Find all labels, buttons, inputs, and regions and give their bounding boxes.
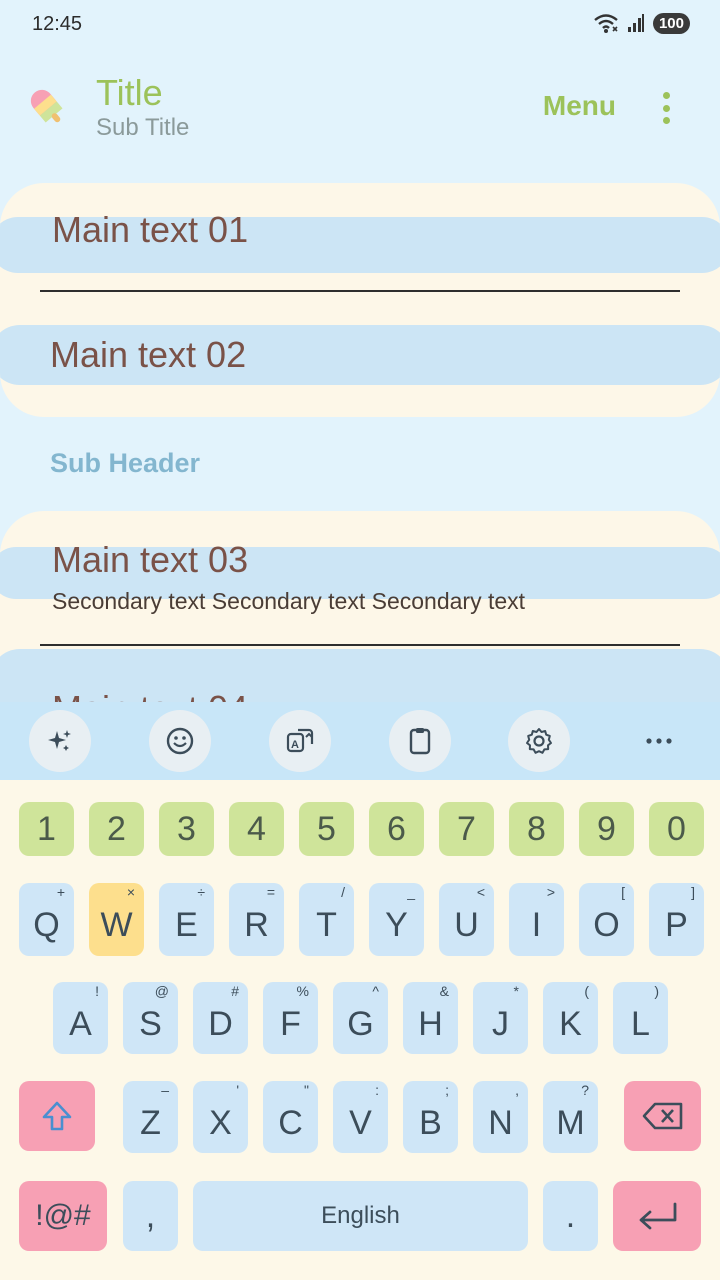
emoji-icon[interactable] bbox=[149, 710, 211, 772]
key-k[interactable]: (K bbox=[543, 982, 598, 1054]
sparkle-icon[interactable] bbox=[29, 710, 91, 772]
list-item-main-text: Main text 02 bbox=[50, 334, 247, 375]
app-title: Title bbox=[96, 72, 163, 113]
menu-button[interactable]: Menu bbox=[543, 90, 616, 122]
key-8[interactable]: 8 bbox=[509, 802, 564, 856]
key-v[interactable]: :V bbox=[333, 1081, 388, 1153]
list-item[interactable]: Main text 01 bbox=[0, 183, 720, 291]
more-horiz-icon[interactable] bbox=[628, 710, 690, 772]
backspace-key[interactable] bbox=[624, 1081, 701, 1151]
key-a[interactable]: ! A bbox=[53, 982, 108, 1054]
key-w[interactable]: × W bbox=[89, 883, 144, 956]
key-y[interactable]: _ Y bbox=[369, 883, 424, 956]
space-key[interactable]: English bbox=[193, 1181, 528, 1251]
clipboard-icon[interactable] bbox=[389, 710, 451, 772]
key-g[interactable]: ^ G bbox=[333, 982, 388, 1054]
key-m[interactable]: ? M bbox=[543, 1081, 598, 1153]
list-item[interactable]: Main text 02 bbox=[0, 292, 720, 417]
key-1[interactable]: 1 bbox=[19, 802, 74, 856]
key-6[interactable]: 6 bbox=[369, 802, 424, 856]
keyboard-toolbar: A bbox=[0, 702, 720, 780]
enter-icon bbox=[639, 1202, 677, 1230]
key-j[interactable]: * J bbox=[473, 982, 528, 1054]
list-card: Main text 01 Main text 02 bbox=[0, 183, 720, 417]
key-5[interactable]: 5 bbox=[299, 802, 354, 856]
more-vert-icon[interactable] bbox=[652, 88, 680, 128]
key-r[interactable]: = R bbox=[229, 883, 284, 956]
key-e[interactable]: ÷ E bbox=[159, 883, 214, 956]
signal-icon bbox=[627, 14, 644, 32]
svg-text:A: A bbox=[291, 739, 299, 751]
key-b[interactable]: ; B bbox=[403, 1081, 458, 1153]
key-z[interactable]: – Z bbox=[123, 1081, 178, 1153]
key-s[interactable]: @ S bbox=[123, 982, 178, 1054]
comma-key[interactable]: , bbox=[123, 1181, 178, 1251]
enter-key[interactable] bbox=[613, 1181, 701, 1251]
key-t[interactable]: / T bbox=[299, 883, 354, 956]
key-h[interactable]: & H bbox=[403, 982, 458, 1054]
key-0[interactable]: 0 bbox=[649, 802, 704, 856]
app-subtitle: Sub Title bbox=[96, 114, 190, 141]
key-4[interactable]: 4 bbox=[229, 802, 284, 856]
key-i[interactable]: > I bbox=[509, 883, 564, 956]
settings-gear-icon[interactable] bbox=[508, 710, 570, 772]
key-d[interactable]: # D bbox=[193, 982, 248, 1054]
list-item-secondary-text: Secondary text Secondary text Secondary … bbox=[52, 588, 526, 614]
sub-header: Sub Header bbox=[50, 448, 201, 478]
wifi-icon bbox=[594, 14, 618, 33]
key-l[interactable]: ) L bbox=[613, 982, 668, 1054]
status-bar: 12:45 100 bbox=[0, 0, 720, 48]
key-3[interactable]: 3 bbox=[159, 802, 214, 856]
app-bar: Title Sub Title Menu bbox=[0, 62, 720, 152]
key-o[interactable]: [O bbox=[579, 883, 634, 956]
battery-indicator: 100 bbox=[652, 12, 690, 34]
symbols-key[interactable]: !@# bbox=[19, 1181, 107, 1251]
key-p[interactable]: ] P bbox=[649, 883, 704, 956]
popsicle-logo-icon bbox=[30, 89, 63, 123]
shift-icon bbox=[42, 1101, 72, 1131]
period-key[interactable]: . bbox=[543, 1181, 598, 1251]
shift-key[interactable] bbox=[19, 1081, 95, 1151]
status-icons: 100 bbox=[593, 12, 690, 34]
key-n[interactable]: ,N bbox=[473, 1081, 528, 1153]
status-time: 12:45 bbox=[32, 13, 83, 35]
key-2[interactable]: 2 bbox=[89, 802, 144, 856]
list-item[interactable]: Main text 03 Secondary text Secondary te… bbox=[0, 511, 720, 645]
key-7[interactable]: 7 bbox=[439, 802, 494, 856]
screen: 12:45 100 Title Sub Title Menu Main text… bbox=[0, 0, 720, 1280]
list-card: Main text 03 Secondary text Secondary te… bbox=[0, 511, 720, 711]
key-u[interactable]: < U bbox=[439, 883, 494, 956]
key-c[interactable]: " C bbox=[263, 1081, 318, 1153]
list-item-main-text: Main text 01 bbox=[52, 209, 249, 250]
key-9[interactable]: 9 bbox=[579, 802, 634, 856]
key-f[interactable]: % F bbox=[263, 982, 318, 1054]
backspace-icon bbox=[642, 1102, 682, 1130]
translate-icon[interactable]: A bbox=[269, 710, 331, 772]
keyboard: 1 2 3 4 5 6 7 8 9 0 + Q × W ÷ E = R / T _ Y < U… bbox=[0, 780, 720, 1280]
key-q[interactable]: + Q bbox=[19, 883, 74, 956]
key-x[interactable]: ' X bbox=[193, 1081, 248, 1153]
list-item-main-text: Main text 03 bbox=[52, 539, 249, 580]
